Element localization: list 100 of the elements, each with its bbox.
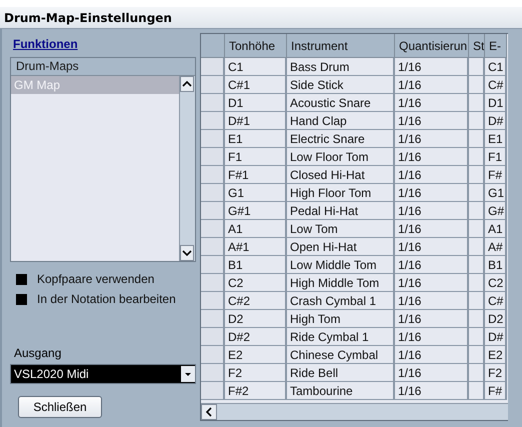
table-cell: C#1: [225, 76, 287, 94]
table-cell: Open Hi-Hat: [287, 238, 395, 256]
table-cell: D#2: [225, 328, 287, 346]
table-cell: C1: [485, 58, 507, 76]
table-cell: Low Floor Tom: [287, 148, 395, 166]
table-cell: B1: [485, 256, 507, 274]
column-header[interactable]: E-: [485, 34, 507, 58]
table-cell: A#1: [225, 238, 287, 256]
table-cell: [469, 220, 485, 238]
table-cell: A#: [485, 238, 507, 256]
table-cell: D2: [485, 310, 507, 328]
checkbox-label: Kopfpaare verwenden: [37, 272, 154, 286]
table-cell: B1: [225, 256, 287, 274]
table-cell: 1/16: [395, 148, 469, 166]
table-cell: A1: [225, 220, 287, 238]
table-cell: 1/16: [395, 220, 469, 238]
table-cell: F2: [485, 364, 507, 382]
table-cell: F#: [485, 382, 507, 400]
table-cell: [469, 238, 485, 256]
table-cell: 1/16: [395, 94, 469, 112]
table-cell: High Floor Tom: [287, 184, 395, 202]
table-cell: [469, 76, 485, 94]
table-cell: C#: [485, 76, 507, 94]
table-cell: 1/16: [395, 310, 469, 328]
table-cell: Bass Drum: [287, 58, 395, 76]
table-cell: [469, 382, 485, 400]
vertical-scrollbar[interactable]: [179, 76, 195, 261]
table-cell: D1: [485, 94, 507, 112]
table-cell: G#: [485, 202, 507, 220]
horizontal-scrollbar[interactable]: [201, 403, 508, 420]
table-cell: Side Stick: [287, 76, 395, 94]
list-header: Drum-Maps: [11, 58, 195, 76]
close-button[interactable]: Schließen: [18, 396, 102, 418]
table-cell: [469, 346, 485, 364]
output-label: Ausgang: [14, 346, 62, 360]
table-cell: F1: [225, 148, 287, 166]
table-cell: C2: [225, 274, 287, 292]
table-cell: E1: [485, 130, 507, 148]
scroll-down-icon[interactable]: [180, 245, 194, 261]
table-cell: Low Middle Tom: [287, 256, 395, 274]
column-header[interactable]: Quantisierun: [395, 34, 469, 58]
table-cell: D2: [225, 310, 287, 328]
table-cell: 1/16: [395, 256, 469, 274]
table-cell: [469, 256, 485, 274]
table-cell: 1/16: [395, 166, 469, 184]
table-cell: [469, 292, 485, 310]
table-cell: Tambourine: [287, 382, 395, 400]
column-header[interactable]: Tonhöhe: [225, 34, 287, 58]
table-cell: Ride Cymbal 1: [287, 328, 395, 346]
table-cell: Hand Clap: [287, 112, 395, 130]
checkbox[interactable]: [16, 294, 27, 304]
table-cell: D#1: [225, 112, 287, 130]
table-cell: 1/16: [395, 58, 469, 76]
table-cell: 1/16: [395, 382, 469, 400]
table-cell: E2: [225, 346, 287, 364]
checkbox[interactable]: [16, 274, 27, 284]
table-cell: A1: [485, 220, 507, 238]
table-cell: C#: [485, 292, 507, 310]
table-cell: G#1: [225, 202, 287, 220]
column-header[interactable]: St: [469, 34, 485, 58]
table-cell: 1/16: [395, 202, 469, 220]
functions-link[interactable]: Funktionen: [13, 37, 78, 51]
table-cell: E1: [225, 130, 287, 148]
table-cell: 1/16: [395, 76, 469, 94]
table-cell: D#: [485, 112, 507, 130]
table-cell: 1/16: [395, 184, 469, 202]
table-cell: 1/16: [395, 130, 469, 148]
table-cell: 1/16: [395, 274, 469, 292]
table-cell: 1/16: [395, 328, 469, 346]
table-cell: 1/16: [395, 346, 469, 364]
table-cell: 1/16: [395, 292, 469, 310]
table-cell: [469, 184, 485, 202]
checkbox-label: In der Notation bearbeiten: [37, 292, 176, 306]
table-cell: D#: [485, 328, 507, 346]
table-cell: High Tom: [287, 310, 395, 328]
scroll-up-icon[interactable]: [180, 76, 194, 92]
table-cell: G1: [485, 184, 507, 202]
table-cell: [469, 148, 485, 166]
table-cell: [469, 328, 485, 346]
table-cell: C1: [225, 58, 287, 76]
table-cell: [469, 112, 485, 130]
table-cell: C2: [485, 274, 507, 292]
table-cell: High Middle Tom: [287, 274, 395, 292]
table-cell: G1: [225, 184, 287, 202]
column-header[interactable]: Instrument: [287, 34, 395, 58]
table-cell: [469, 58, 485, 76]
table-cell: Acoustic Snare: [287, 94, 395, 112]
table-cell: F#2: [225, 382, 287, 400]
table-cell: [469, 166, 485, 184]
scroll-left-icon[interactable]: [201, 404, 217, 420]
table-cell: D1: [225, 94, 287, 112]
table-cell: [469, 310, 485, 328]
table-cell: Ride Bell: [287, 364, 395, 382]
table-cell: Crash Cymbal 1: [287, 292, 395, 310]
table-cell: F2: [225, 364, 287, 382]
window-title: Drum-Map-Einstellungen: [4, 10, 172, 24]
table-cell: [469, 364, 485, 382]
table-cell: [469, 274, 485, 292]
output-dropdown[interactable]: VSL2020 Midi: [10, 364, 196, 384]
table-cell: Electric Snare: [287, 130, 395, 148]
